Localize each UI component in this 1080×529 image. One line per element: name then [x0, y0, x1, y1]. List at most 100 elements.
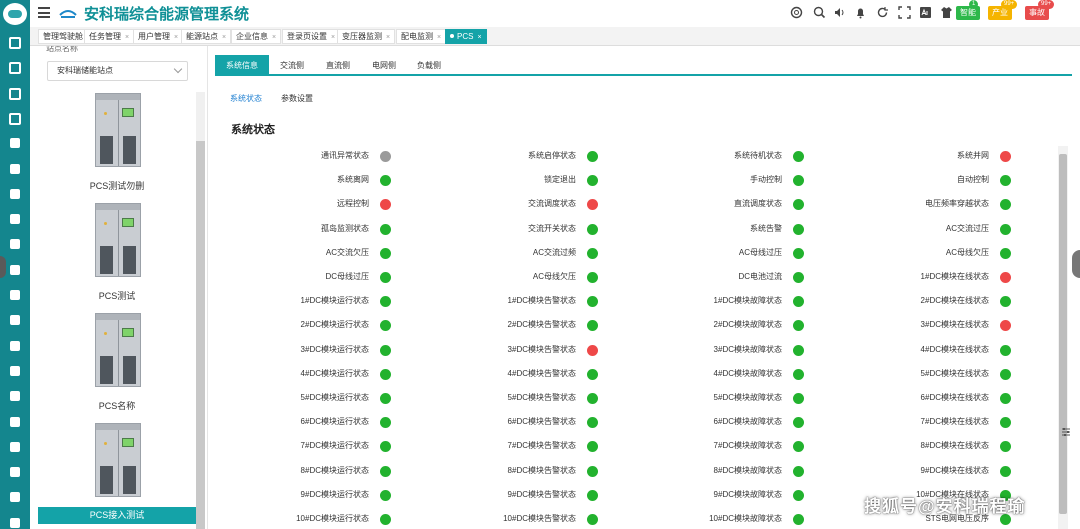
status-indicator-icon — [1000, 368, 1011, 380]
station-card[interactable]: PCS接入测试 — [38, 423, 196, 524]
status-label: 3#DC模块运行状态 — [300, 344, 369, 354]
station-select[interactable]: 安科瑞储能站点 — [47, 61, 188, 81]
status-indicator-icon — [380, 272, 391, 283]
menu-toggle-icon[interactable] — [38, 7, 50, 18]
tools-icon[interactable] — [9, 112, 21, 125]
device-icon[interactable] — [10, 441, 20, 452]
header-smart-button[interactable]: 智能 — [956, 6, 980, 20]
status-item: AC交流过频 — [402, 246, 602, 260]
station-select-value: 安科瑞储能站点 — [57, 66, 113, 75]
device-icon[interactable] — [10, 163, 20, 174]
page-tab-label: 变压器监测 — [342, 32, 382, 41]
subtab-bar: 系统信息 交流侧 直流侧 电网侧 负载侧 — [215, 55, 1072, 76]
side-drawer-handle[interactable] — [1072, 250, 1080, 278]
fullscreen-icon[interactable] — [898, 6, 911, 19]
device-icon[interactable] — [10, 416, 20, 427]
subtab-3[interactable]: 电网侧 — [361, 55, 407, 76]
device-icon[interactable] — [10, 239, 20, 250]
status-item: AC母线欠压 — [402, 270, 602, 284]
bell-icon[interactable] — [854, 6, 867, 19]
status-indicator-icon — [793, 417, 804, 429]
report-icon[interactable] — [9, 87, 21, 100]
cabinet-part — [104, 442, 107, 445]
page-tab[interactable]: PCS × — [445, 29, 487, 44]
device-icon[interactable] — [10, 517, 20, 528]
close-icon[interactable]: × — [331, 34, 335, 41]
inner-tab-1[interactable]: 参数设置 — [281, 93, 313, 104]
subtab-2[interactable]: 直流侧 — [315, 55, 361, 76]
device-icon[interactable] — [10, 290, 20, 300]
device-icon[interactable] — [10, 492, 20, 503]
status-label: 5#DC模块在线状态 — [920, 368, 989, 378]
device-icon[interactable] — [10, 340, 20, 351]
status-indicator-icon — [587, 272, 598, 283]
status-item: 系统待机状态 — [608, 149, 808, 163]
cabinet-part — [123, 356, 136, 384]
close-icon[interactable]: × — [222, 34, 226, 41]
main-scrollbar[interactable] — [1058, 146, 1068, 529]
status-indicator-icon — [1000, 441, 1011, 453]
device-icon[interactable] — [10, 315, 20, 326]
status-label: 8#DC模块故障状态 — [713, 465, 782, 475]
cabinet-part — [118, 320, 119, 386]
close-icon[interactable]: × — [174, 34, 178, 41]
status-indicator-icon — [380, 199, 391, 211]
page-tab[interactable]: 管理驾驶舱 — [38, 29, 88, 44]
station-card[interactable]: PCS测试勿删 — [38, 93, 196, 193]
page-tab[interactable]: 变压器监测 × — [337, 29, 396, 44]
status-indicator-icon — [587, 223, 598, 235]
device-icon[interactable] — [10, 138, 20, 149]
cabinet-part — [118, 100, 119, 166]
page-tab-label: 管理驾驶舱 — [43, 32, 83, 41]
page-tab[interactable]: 任务管理 × — [84, 29, 135, 44]
notification-badge: 99+ — [1038, 0, 1055, 9]
device-icon[interactable] — [10, 188, 20, 199]
refresh-icon[interactable] — [876, 6, 889, 19]
help-icon[interactable] — [790, 6, 803, 19]
status-item: 2#DC模块故障状态 — [608, 318, 808, 332]
subtab-0[interactable]: 系统信息 — [215, 55, 269, 76]
subtab-1[interactable]: 交流侧 — [269, 55, 315, 76]
device-icon[interactable] — [10, 214, 20, 225]
device-icon[interactable] — [10, 264, 20, 275]
close-icon[interactable]: × — [125, 34, 129, 41]
close-icon[interactable]: × — [437, 34, 441, 41]
status-item: 远程控制 — [195, 197, 395, 211]
volume-icon[interactable] — [833, 6, 846, 19]
close-icon[interactable]: × — [386, 34, 390, 41]
cabinet-part — [100, 356, 113, 384]
status-label: 3#DC模块告警状态 — [507, 344, 576, 354]
status-label: 4#DC模块在线状态 — [920, 344, 989, 354]
close-icon[interactable]: × — [477, 34, 481, 41]
icon-rail — [0, 0, 30, 529]
device-icon[interactable] — [10, 467, 20, 478]
status-indicator-icon — [380, 393, 391, 404]
station-card[interactable]: PCS名称 — [38, 313, 196, 413]
station-card[interactable]: PCS测试 — [38, 203, 196, 303]
page-tab[interactable]: 登录页设置 × — [282, 29, 341, 44]
status-indicator-icon — [793, 344, 804, 356]
status-label: 远程控制 — [337, 199, 369, 209]
close-icon[interactable]: × — [272, 34, 276, 41]
edit-icon[interactable] — [9, 62, 21, 75]
page-tab[interactable]: 用户管理 × — [133, 29, 184, 44]
rail-collapse-handle[interactable] — [0, 256, 6, 278]
filter-settings-icon[interactable] — [1061, 427, 1071, 437]
status-label: 6#DC模块故障状态 — [713, 417, 782, 427]
status-indicator-icon — [380, 514, 391, 525]
page-tab[interactable]: 企业信息 × — [231, 29, 282, 44]
status-indicator-icon — [587, 344, 598, 356]
subtab-4[interactable]: 负载侧 — [406, 55, 452, 76]
status-label: 9#DC模块在线状态 — [920, 465, 989, 475]
status-label: 9#DC模块运行状态 — [300, 489, 369, 499]
device-icon[interactable] — [10, 391, 20, 402]
theme-shirt-icon[interactable] — [940, 6, 953, 19]
inner-tab-0[interactable]: 系统状态 — [230, 93, 262, 104]
page-tab[interactable]: 能源站点 × — [181, 29, 232, 44]
lock-icon[interactable] — [9, 37, 21, 49]
search-icon[interactable] — [813, 6, 826, 19]
font-size-icon[interactable] — [919, 6, 932, 19]
page-tab[interactable]: 配电监测 × — [396, 29, 447, 44]
status-item: AC交流过压 — [815, 222, 1015, 236]
device-icon[interactable] — [10, 365, 20, 376]
